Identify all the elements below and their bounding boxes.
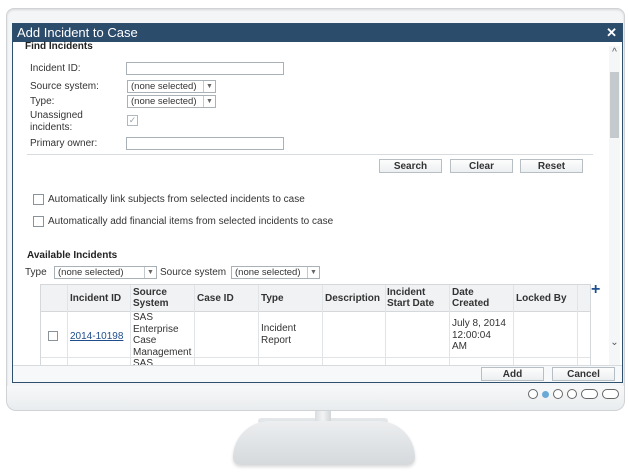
indicator-dot-icon — [553, 389, 563, 399]
chevron-down-icon: ▼ — [144, 267, 156, 278]
col-source-system-line2: System — [133, 298, 169, 309]
col-incident-start-date[interactable]: Incident Start Date — [387, 285, 434, 311]
add-button[interactable]: Add — [481, 367, 544, 381]
chevron-down-icon: ▼ — [203, 96, 215, 107]
type-select[interactable]: (none selected) ▼ — [127, 95, 216, 108]
dialog-titlebar: Add Incident to Case ✕ — [13, 24, 622, 42]
col-incident-id[interactable]: Incident ID — [70, 285, 121, 311]
filter-type-select-value: (none selected) — [58, 267, 124, 278]
available-incidents-table: Incident ID Source System Case ID Type D… — [40, 284, 591, 368]
col-date-created-line1: Date — [452, 287, 474, 298]
row-type: Incident Report — [261, 323, 296, 346]
col-date-created[interactable]: Date Created — [452, 285, 489, 311]
incident-id-input[interactable] — [126, 62, 284, 75]
source-system-label: Source system: — [30, 81, 99, 92]
dialog-title: Add Incident to Case — [17, 25, 138, 40]
row-type-line1: Incident — [261, 323, 297, 334]
scroll-down-icon[interactable]: ⌄ — [609, 338, 620, 348]
col-start-date-line2: Start Date — [387, 298, 435, 309]
row-created-line2: 12:00:04 — [452, 329, 491, 341]
column-divider — [194, 285, 195, 367]
indicator-pill-icon — [581, 389, 598, 399]
reset-button[interactable]: Reset — [520, 159, 583, 173]
col-type[interactable]: Type — [261, 285, 284, 311]
unassigned-label-line2: incidents: — [30, 122, 73, 133]
add-financial-checkbox[interactable] — [33, 216, 44, 227]
row-type-line2: Report — [261, 334, 292, 346]
col-description[interactable]: Description — [325, 285, 380, 311]
col-source-system[interactable]: Source System — [133, 285, 169, 311]
indicator-active-dot-icon — [542, 390, 549, 398]
link-subjects-checkbox[interactable] — [33, 194, 44, 205]
column-divider — [67, 285, 68, 367]
type-label: Type: — [30, 96, 55, 107]
col-start-date-line1: Incident — [387, 287, 426, 298]
row-source-system: SAS Enterprise Case Management SAS — [133, 312, 191, 367]
incident-id-link[interactable]: 2014-10198 — [70, 331, 123, 343]
filter-source-select[interactable]: (none selected) ▼ — [231, 266, 320, 279]
column-divider — [449, 285, 450, 367]
clear-button[interactable]: Clear — [450, 159, 513, 173]
column-divider — [577, 285, 578, 367]
indicator-dot-icon — [528, 389, 538, 399]
find-divider — [27, 154, 593, 155]
add-financial-label: Automatically add financial items from s… — [48, 216, 334, 227]
row-created-line1: July 8, 2014 — [452, 318, 506, 329]
row-source-line1: SAS — [133, 312, 154, 323]
link-subjects-label: Automatically link subjects from selecte… — [48, 194, 305, 205]
col-date-created-line2: Created — [452, 298, 490, 309]
primary-owner-input[interactable] — [126, 137, 284, 150]
scroll-up-icon[interactable]: ^ — [609, 48, 620, 58]
indicator-dot-icon — [567, 389, 577, 399]
filter-source-select-value: (none selected) — [235, 267, 301, 278]
table-header: Incident ID Source System Case ID Type D… — [41, 285, 590, 312]
row-date-created: July 8, 2014 12:00:04 AM — [452, 318, 506, 353]
column-divider — [258, 285, 259, 367]
filter-type-label: Type — [25, 267, 47, 278]
filter-source-label: Source system — [160, 267, 227, 278]
column-divider — [322, 285, 323, 367]
type-select-value: (none selected) — [131, 96, 197, 107]
add-incident-plus-icon[interactable]: + — [591, 281, 600, 299]
filter-type-select[interactable]: (none selected) ▼ — [54, 266, 157, 279]
row-divider — [41, 357, 590, 358]
scroll-thumb[interactable] — [610, 72, 619, 138]
col-source-system-line1: Source — [133, 287, 167, 298]
row-source-line3: Case — [133, 335, 157, 346]
find-incidents-heading: Find Incidents — [25, 41, 93, 52]
col-locked-by[interactable]: Locked By — [516, 285, 567, 311]
monitor-stand — [233, 421, 415, 465]
chevron-down-icon: ▼ — [203, 81, 215, 92]
primary-owner-label: Primary owner: — [30, 138, 98, 149]
cancel-button[interactable]: Cancel — [552, 367, 615, 381]
dialog-scrollbar[interactable]: ^ ⌄ — [609, 46, 620, 381]
row-select-checkbox[interactable] — [48, 331, 58, 341]
monitor-indicators — [528, 389, 619, 399]
row-created-line3: AM — [452, 341, 467, 352]
unassigned-label-line1: Unassigned — [30, 110, 83, 121]
col-case-id[interactable]: Case ID — [197, 285, 234, 311]
unassigned-checkbox[interactable]: ✓ — [127, 115, 138, 126]
column-divider — [130, 285, 131, 367]
row-source-line2: Enterprise — [133, 323, 179, 335]
chevron-down-icon: ▼ — [307, 267, 319, 278]
dialog-footer: Add Cancel — [13, 365, 622, 382]
column-divider — [513, 285, 514, 367]
incident-id-label: Incident ID: — [30, 63, 81, 74]
available-incidents-heading: Available Incidents — [27, 250, 118, 261]
column-divider — [385, 285, 386, 367]
add-incident-dialog: Add Incident to Case ✕ Find Incidents In… — [12, 23, 623, 383]
search-button[interactable]: Search — [379, 159, 442, 173]
source-system-select[interactable]: (none selected) ▼ — [127, 80, 216, 93]
source-system-select-value: (none selected) — [131, 81, 197, 92]
indicator-pill-icon — [602, 389, 619, 399]
close-icon[interactable]: ✕ — [606, 25, 617, 40]
